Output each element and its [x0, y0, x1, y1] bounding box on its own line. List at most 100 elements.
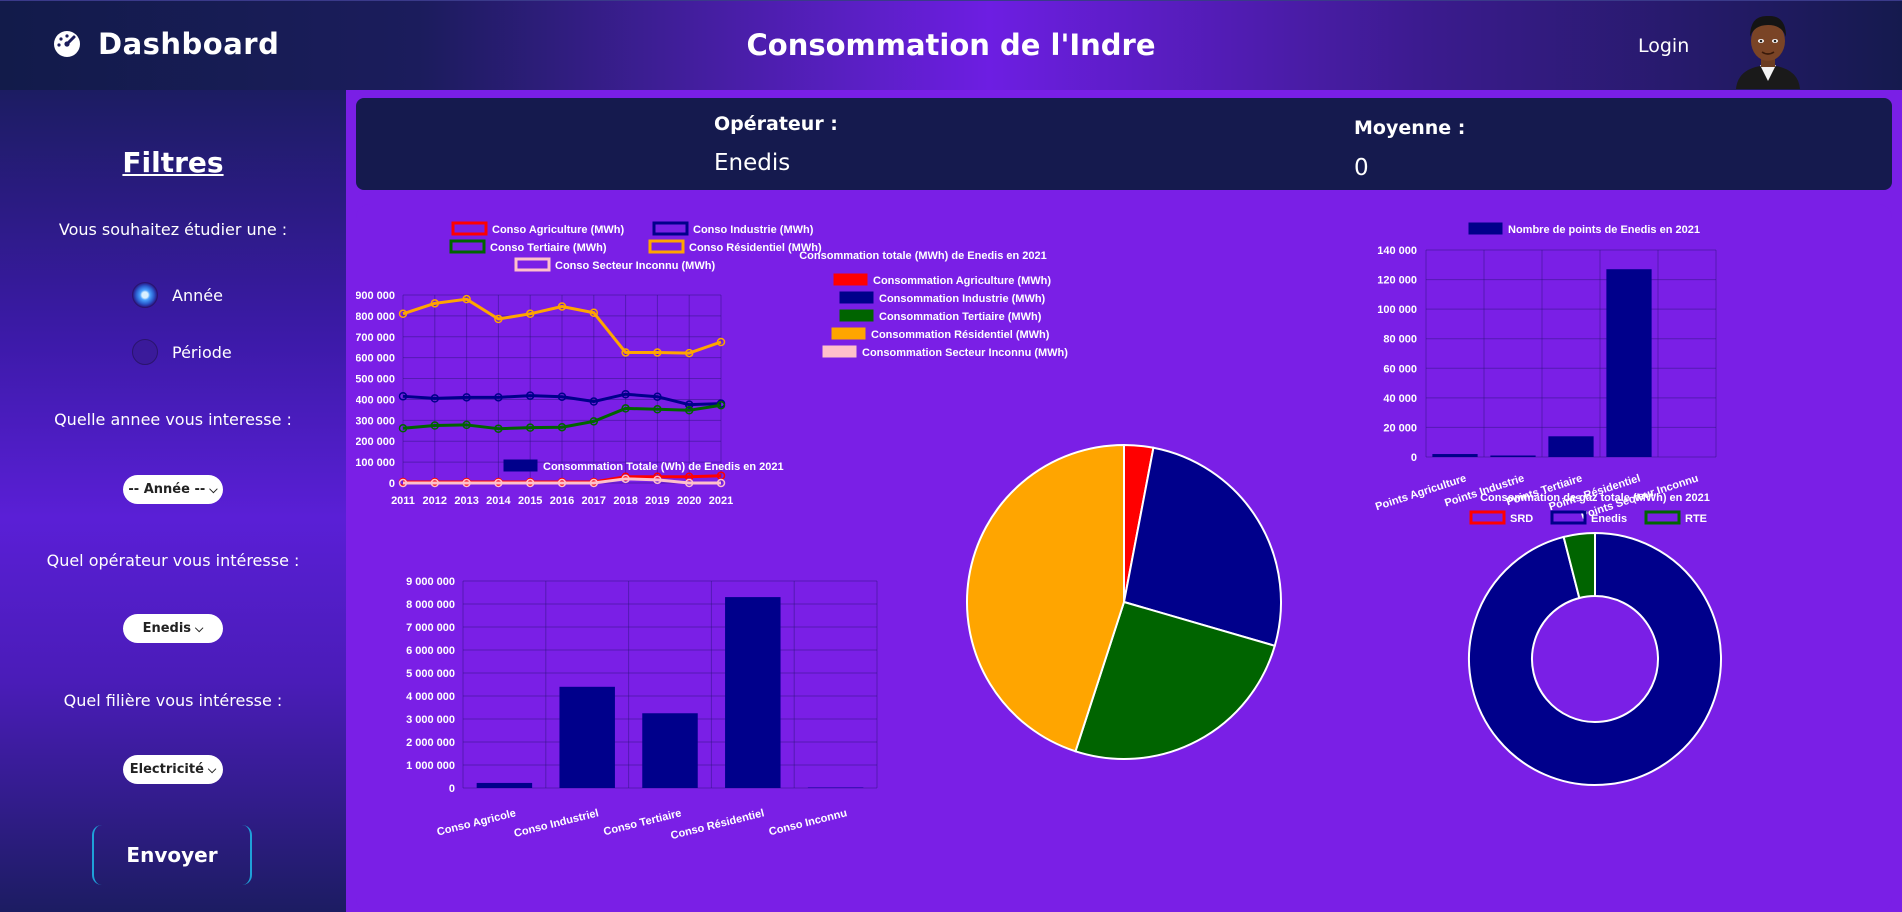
charts-canvas: Conso Agriculture (MWh) Conso Industrie (… [355, 221, 1722, 842]
line-legend-2-label: Conso Tertiaire (MWh) [490, 242, 607, 254]
line-y-tick: 900 000 [356, 290, 395, 302]
line-legend-0-label: Conso Agriculture (MWh) [492, 224, 625, 236]
line-x-tick: 2018 [613, 495, 637, 507]
pie1-legend-4-swatch [822, 345, 857, 358]
line-legend-2-swatch [449, 239, 486, 254]
top-navbar: Dashboard Consommation de l'Indre Login [0, 0, 1902, 90]
bar1-y-tick: 3 000 000 [406, 714, 455, 726]
radio-year[interactable]: Année [132, 282, 223, 308]
line-y-tick: 200 000 [356, 436, 395, 448]
bar1-bar [725, 597, 781, 788]
sector-select-value: Electricité [129, 762, 204, 777]
line-y-tick: 100 000 [356, 457, 395, 469]
filters-title: Filtres [122, 146, 224, 179]
page-title: Consommation de l'Indre [746, 28, 1156, 62]
line-x-tick: 2016 [550, 495, 574, 507]
pie1-legend-2-label: Consommation Tertiaire (MWh) [879, 311, 1042, 323]
donut-legend-0-label: SRD [1510, 513, 1533, 525]
filters-sidebar: Filtres Vous souhaitez étudier une : Ann… [0, 90, 346, 912]
chevron-down-icon: ⌵ [207, 762, 217, 776]
donut-legend-2-label: RTE [1685, 513, 1707, 525]
bar2-bar [1606, 269, 1652, 457]
sector-select[interactable]: Electricité ⌵ [123, 755, 223, 784]
bar1-y-tick: 7 000 000 [406, 622, 455, 634]
donut-title: Consommation de gaz totale (MWh) en 2021 [1480, 492, 1710, 504]
info-bar: Opérateur : Enedis Moyenne : 0 [356, 98, 1892, 190]
bar2-y-tick: 0 [1411, 452, 1417, 464]
bar1-x-tick: Conso Inconnu [768, 807, 849, 838]
charts-panel: Conso Agriculture (MWh) Conso Industrie (… [355, 204, 1892, 912]
pie1-legend-4-label: Consommation Secteur Inconnu (MWh) [862, 347, 1068, 359]
chevron-down-icon: ⌵ [209, 482, 218, 496]
bar1-x-tick: Conso Agricole [436, 807, 517, 838]
operator-question: Quel opérateur vous intéresse : [46, 551, 300, 570]
bar1-y-tick: 2 000 000 [406, 737, 455, 749]
line-legend-4-swatch [514, 257, 551, 272]
donut-legend-2-swatch [1644, 510, 1681, 525]
line-y-tick: 0 [389, 478, 395, 490]
pie1-legend-3-swatch [831, 327, 866, 340]
line-y-tick: 700 000 [356, 332, 395, 344]
line-x-tick: 2017 [582, 495, 606, 507]
bar2-y-tick: 100 000 [1377, 304, 1417, 316]
line-y-tick: 600 000 [356, 353, 395, 365]
line-y-tick: 300 000 [356, 415, 395, 427]
operator-select-value: Enedis [142, 621, 192, 636]
radio-year-label: Année [172, 285, 223, 305]
bar2-legend-label: Nombre de points de Enedis en 2021 [1508, 224, 1700, 236]
line-x-tick: 2020 [677, 495, 701, 507]
chevron-down-icon: ⌵ [195, 621, 204, 635]
bar1-y-tick: 1 000 000 [406, 760, 455, 772]
bar2-y-tick: 80 000 [1383, 334, 1417, 346]
bar2-y-tick: 40 000 [1383, 393, 1417, 405]
bar1-y-tick: 0 [449, 783, 455, 795]
bar2-bar [1432, 454, 1478, 457]
line-x-tick: 2015 [518, 495, 542, 507]
pie1-legend-1-label: Consommation Industrie (MWh) [879, 293, 1046, 305]
operator-select[interactable]: Enedis ⌵ [123, 614, 223, 643]
bar1-y-tick: 5 000 000 [406, 668, 455, 680]
line-x-tick: 2019 [645, 495, 669, 507]
bar2-y-tick: 120 000 [1377, 275, 1417, 287]
bar2-y-tick: 140 000 [1377, 245, 1417, 257]
sector-question: Quel filière vous intéresse : [63, 691, 283, 710]
bar1-y-tick: 8 000 000 [406, 599, 455, 611]
bar1-y-tick: 6 000 000 [406, 645, 455, 657]
radio-year-dot[interactable] [132, 282, 158, 308]
radio-period-dot[interactable] [132, 339, 158, 365]
pie1-legend-0-swatch [833, 273, 868, 286]
radio-period-label: Période [172, 342, 232, 362]
line-x-tick: 2021 [709, 495, 733, 507]
line-x-tick: 2013 [454, 495, 478, 507]
bar1-legend-label: Consommation Totale (Wh) de Enedis en 20… [543, 461, 784, 473]
submit-button[interactable]: Envoyer [92, 825, 252, 885]
average-value: 0 [1354, 155, 1369, 181]
operator-label: Opérateur : [714, 113, 838, 135]
donut-legend-1-label: Enedis [1591, 513, 1627, 525]
line-x-tick: 2011 [391, 495, 415, 507]
bar2-y-tick: 60 000 [1383, 363, 1417, 375]
bar2-legend-swatch [1468, 222, 1503, 235]
line-legend-1-label: Conso Industrie (MWh) [693, 224, 814, 236]
study-type-question: Vous souhaitez étudier une : [58, 220, 288, 239]
year-select[interactable]: -- Année -- ⌵ [123, 475, 223, 504]
bar2-bar [1548, 436, 1594, 457]
bar1-x-tick: Conso Industriel [513, 807, 600, 840]
pie1-legend-0-label: Consommation Agriculture (MWh) [873, 275, 1051, 287]
avatar-icon[interactable] [1728, 9, 1808, 89]
donut-legend-0-swatch [1469, 510, 1506, 525]
line-y-tick: 500 000 [356, 374, 395, 386]
bar1-bar [476, 782, 533, 788]
average-label: Moyenne : [1354, 117, 1466, 139]
bar1-bar [559, 686, 615, 788]
operator-value: Enedis [714, 150, 791, 176]
line-x-tick: 2014 [486, 495, 511, 507]
line-y-tick: 800 000 [356, 311, 395, 323]
bar2-y-tick: 20 000 [1383, 422, 1417, 434]
bar1-y-tick: 4 000 000 [406, 691, 455, 703]
login-link[interactable]: Login [1638, 35, 1689, 57]
line-y-tick: 400 000 [356, 394, 395, 406]
radio-period[interactable]: Période [132, 339, 232, 365]
pie1-legend-2-swatch [839, 309, 874, 322]
pie1-title: Consommation totale (MWh) de Enedis en 2… [799, 250, 1047, 262]
